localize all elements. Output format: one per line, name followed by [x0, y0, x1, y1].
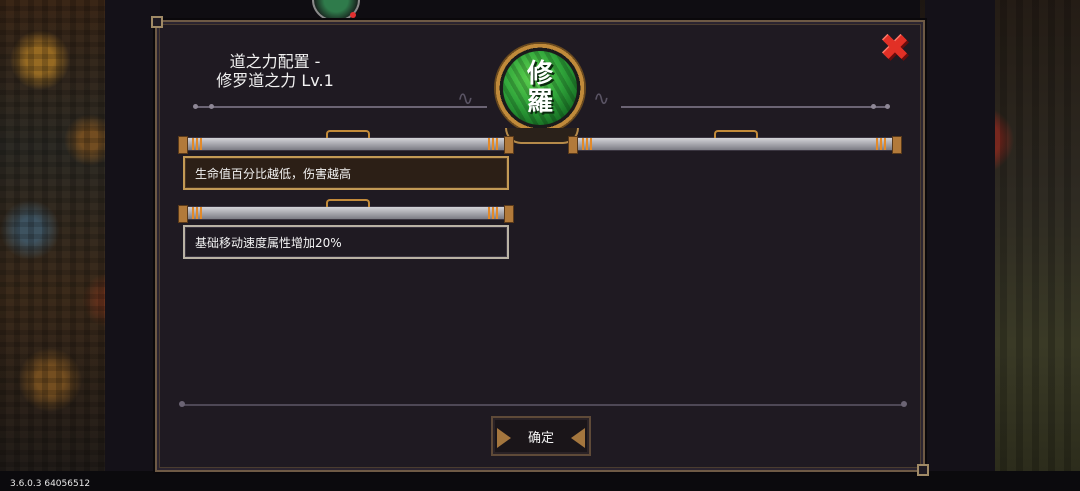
dialog-title-line2: 修罗道之力 Lv.1 — [216, 71, 334, 90]
asura-emblem-icon: 修 羅 — [503, 51, 577, 125]
dialog-title-line1: 道之力配置 - — [229, 52, 321, 71]
effect-scroll-bar — [178, 199, 514, 223]
header-divider-left — [197, 106, 487, 108]
emblem-char-1: 修 — [526, 59, 553, 89]
close-icon: ✖ — [879, 28, 911, 69]
dialog-title: 道之力配置 - 修罗道之力 Lv.1 — [185, 52, 365, 90]
scroll-cap — [178, 205, 188, 223]
effect-scroll-bar — [178, 130, 514, 154]
scroll-stripe — [876, 138, 888, 150]
effect-option-1-text: 生命值百分比越低，伤害越高 — [195, 166, 352, 181]
footer-divider — [179, 401, 907, 407]
scroll-cap — [504, 136, 514, 154]
scroll-handle — [714, 130, 758, 138]
divider-dot — [871, 104, 876, 109]
divider-dot — [885, 104, 890, 109]
scroll-stripe — [488, 207, 500, 219]
swirl-ornament-icon: ∿ — [593, 86, 610, 110]
effect-option-1[interactable]: 生命值百分比越低，伤害越高 — [183, 156, 509, 190]
scroll-cap — [504, 205, 514, 223]
scroll-handle — [326, 199, 370, 207]
scroll-stripe — [582, 138, 594, 150]
version-label: 3.6.0.3 64056512 — [10, 479, 91, 489]
scroll-stripe — [488, 138, 500, 150]
scroll-stripe — [192, 138, 204, 150]
header-divider-right — [621, 106, 886, 108]
dao-power-config-dialog: 道之力配置 - 修罗道之力 Lv.1 ✖ ∿ ∿ 修 羅 生命值百分比越低，伤害… — [151, 16, 929, 476]
confirm-button-label: 确定 — [527, 430, 554, 446]
swirl-ornament-icon: ∿ — [457, 86, 474, 110]
divider-dot — [193, 104, 198, 109]
scroll-handle — [326, 130, 370, 138]
emblem-char-2: 羅 — [526, 87, 553, 117]
effect-option-2-text: 基础移动速度属性增加20% — [195, 235, 342, 250]
divider-dot — [209, 104, 214, 109]
scroll-cap — [568, 136, 578, 154]
scroll-stripe — [192, 207, 204, 219]
scroll-cap — [892, 136, 902, 154]
confirm-button[interactable]: 确定 — [491, 416, 591, 456]
close-button[interactable]: ✖ — [879, 28, 911, 69]
scroll-cap — [178, 136, 188, 154]
effect-scroll-bar — [568, 130, 902, 154]
background-shade-left — [105, 0, 160, 491]
effect-option-2[interactable]: 基础移动速度属性增加20% — [183, 225, 509, 259]
background-shade-right — [925, 0, 995, 491]
minimap-orb-icon[interactable] — [312, 0, 360, 22]
